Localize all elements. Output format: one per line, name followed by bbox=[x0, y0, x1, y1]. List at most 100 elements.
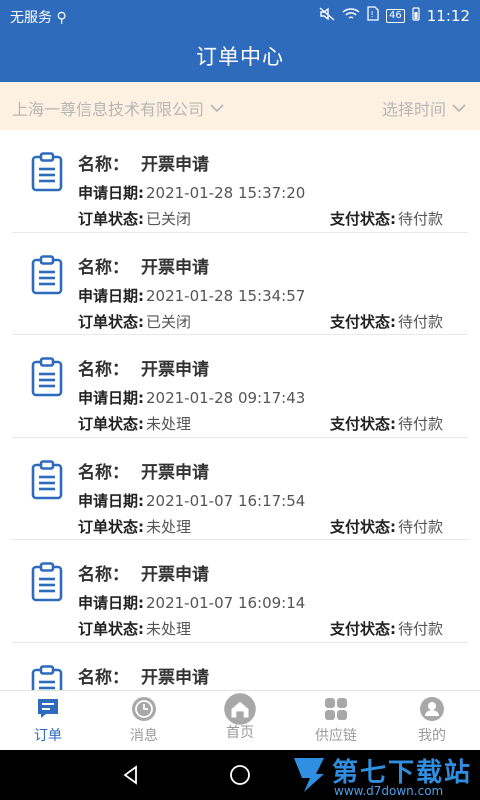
tab-supply-chain[interactable]: 供应链 bbox=[288, 691, 384, 750]
order-name-row: 名称： 开票申请 bbox=[78, 150, 209, 175]
order-status-label: 订单状态: bbox=[78, 415, 144, 433]
order-date-row: 申请日期: 2021-01-28 09:17:43 bbox=[78, 387, 305, 408]
pay-status-group: 支付状态: 待付款 bbox=[330, 311, 443, 332]
order-name-row: 名称： 开票申请 bbox=[78, 253, 209, 278]
pay-status-label: 支付状态: bbox=[330, 210, 396, 228]
order-name: 开票申请 bbox=[141, 360, 209, 380]
filter-bar: 上海一尊信息技术有限公司 选择时间 bbox=[0, 82, 480, 130]
order-item[interactable]: 名称： 开票申请 申请日期: 2021-01-07 16:09:14 订单状态: 未处… bbox=[12, 540, 468, 643]
pay-status-label: 支付状态: bbox=[330, 620, 396, 638]
mute-icon bbox=[319, 6, 335, 25]
carrier-text: 无服务 bbox=[10, 10, 52, 26]
order-list[interactable]: 名称： 开票申请 申请日期: 2021-01-28 15:37:20 订单状态: 已关… bbox=[0, 130, 480, 690]
order-date: 2021-01-28 15:37:20 bbox=[146, 184, 306, 202]
tab-messages[interactable]: 消息 bbox=[96, 691, 192, 750]
order-item[interactable]: 名称： 开票申请 申请日期: 2021-01-28 09:17:43 订单状态: 未处… bbox=[12, 335, 468, 438]
order-item[interactable]: 名称： 开票申请 申请日期: 2021-01-28 15:37:20 订单状态: 已关… bbox=[12, 130, 468, 233]
tab-label: 订单 bbox=[34, 728, 62, 744]
bottom-tab-bar: 订单 消息 首页 供应链 我的 bbox=[0, 690, 480, 750]
pay-status-group: 支付状态: 待付款 bbox=[330, 516, 443, 537]
date-label: 申请日期: bbox=[78, 286, 144, 305]
back-icon[interactable] bbox=[120, 764, 142, 786]
grid-icon bbox=[325, 698, 347, 720]
pay-status-group: 支付状态: 待付款 bbox=[330, 413, 443, 434]
watermark-url: www.d7down.com bbox=[334, 784, 444, 798]
order-item[interactable]: 名称： 开票申请 申请日期: 2021-01-28 15:34:57 订单状态: 已关… bbox=[12, 233, 468, 335]
order-status: 未处理 bbox=[146, 517, 192, 536]
order-status: 未处理 bbox=[146, 415, 192, 433]
document-icon bbox=[31, 664, 63, 690]
order-status: 已关闭 bbox=[146, 210, 192, 228]
pay-status: 待付款 bbox=[398, 210, 444, 228]
order-item[interactable]: 名称： 开票申请 bbox=[12, 643, 468, 690]
order-status-row: 订单状态: 已关闭 支付状态: 待付款 bbox=[78, 208, 443, 229]
pay-status: 待付款 bbox=[398, 312, 444, 331]
document-icon bbox=[31, 459, 63, 499]
pay-status-group: 支付状态: 待付款 bbox=[330, 208, 443, 229]
order-date-row: 申请日期: 2021-01-07 16:09:14 bbox=[78, 592, 305, 613]
order-name-row: 名称： 开票申请 bbox=[78, 663, 209, 688]
order-name: 开票申请 bbox=[141, 155, 209, 175]
user-icon bbox=[420, 697, 444, 721]
tab-label: 首页 bbox=[226, 725, 254, 741]
pay-status: 待付款 bbox=[398, 620, 444, 638]
pay-status-label: 支付状态: bbox=[330, 415, 396, 433]
order-name: 开票申请 bbox=[141, 462, 209, 483]
order-status-row: 订单状态: 已关闭 支付状态: 待付款 bbox=[78, 311, 443, 332]
order-item[interactable]: 名称： 开票申请 申请日期: 2021-01-07 16:17:54 订单状态: 未处… bbox=[12, 438, 468, 540]
tab-orders[interactable]: 订单 bbox=[0, 691, 96, 750]
chevron-down-icon bbox=[452, 104, 466, 112]
time-filter-label: 选择时间 bbox=[381, 100, 446, 119]
home-icon bbox=[224, 693, 256, 725]
home-circle-icon[interactable] bbox=[229, 764, 251, 786]
watermark: 第七下载站 www.d7down.com bbox=[290, 752, 480, 800]
date-label: 申请日期: bbox=[78, 594, 144, 612]
tab-mine[interactable]: 我的 bbox=[384, 691, 480, 750]
order-icon bbox=[38, 699, 58, 718]
order-date: 2021-01-28 15:34:57 bbox=[146, 286, 306, 305]
order-name-row: 名称： 开票申请 bbox=[78, 355, 209, 380]
order-status-label: 订单状态: bbox=[78, 210, 144, 228]
order-name: 开票申请 bbox=[141, 667, 209, 688]
company-filter-dropdown[interactable]: 上海一尊信息技术有限公司 bbox=[12, 96, 224, 120]
order-date-row: 申请日期: 2021-01-28 15:37:20 bbox=[78, 182, 305, 203]
date-label: 申请日期: bbox=[78, 184, 144, 202]
battery-badge: 46 bbox=[386, 8, 405, 23]
order-date: 2021-01-28 09:17:43 bbox=[146, 389, 306, 407]
order-status-label: 订单状态: bbox=[78, 620, 144, 638]
order-status: 已关闭 bbox=[146, 312, 192, 331]
document-icon bbox=[31, 254, 63, 294]
order-date-row: 申请日期: 2021-01-28 15:34:57 bbox=[78, 285, 305, 306]
date-label: 申请日期: bbox=[78, 491, 144, 510]
name-label: 名称： bbox=[78, 360, 129, 380]
order-status-row: 订单状态: 未处理 支付状态: 待付款 bbox=[78, 413, 443, 434]
tab-label: 我的 bbox=[418, 728, 446, 744]
order-status: 未处理 bbox=[146, 620, 192, 638]
clock-time: 11:12 bbox=[426, 6, 470, 25]
order-status-label: 订单状态: bbox=[78, 312, 144, 331]
tab-home[interactable]: 首页 bbox=[192, 691, 288, 750]
chevron-down-icon bbox=[210, 104, 224, 112]
usb-icon: ⚲ bbox=[56, 10, 67, 26]
tab-label: 供应链 bbox=[315, 728, 357, 744]
pay-status-label: 支付状态: bbox=[330, 517, 396, 536]
order-date: 2021-01-07 16:09:14 bbox=[146, 594, 306, 612]
order-name-row: 名称： 开票申请 bbox=[78, 458, 209, 483]
pay-status-group: 支付状态: 待付款 bbox=[330, 618, 443, 639]
status-right: ! 46 11:12 bbox=[319, 6, 470, 25]
status-left: 无服务 ⚲ bbox=[10, 7, 67, 27]
sim-icon: ! bbox=[367, 6, 379, 25]
watermark-logo bbox=[294, 758, 324, 792]
date-label: 申请日期: bbox=[78, 389, 144, 407]
company-filter-label: 上海一尊信息技术有限公司 bbox=[12, 100, 205, 119]
clock-icon bbox=[132, 697, 156, 721]
order-name: 开票申请 bbox=[141, 257, 209, 278]
status-bar: 无服务 ⚲ ! 46 11:12 bbox=[0, 0, 480, 32]
name-label: 名称： bbox=[78, 462, 129, 483]
document-icon bbox=[31, 152, 63, 192]
time-filter-dropdown[interactable]: 选择时间 bbox=[382, 96, 466, 120]
wifi-icon bbox=[342, 7, 360, 25]
order-status-label: 订单状态: bbox=[78, 517, 144, 536]
app-header: 订单中心 bbox=[0, 32, 480, 82]
order-date: 2021-01-07 16:17:54 bbox=[146, 491, 306, 510]
